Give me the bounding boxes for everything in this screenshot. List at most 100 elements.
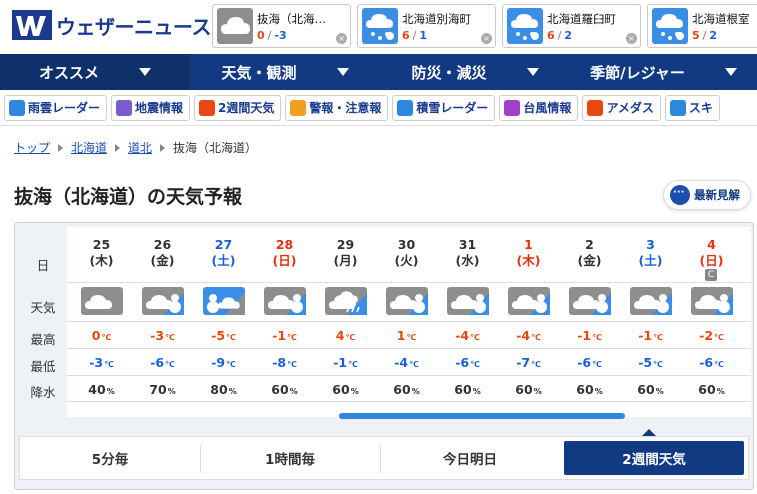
- nav-item[interactable]: 季節/レジャー: [570, 54, 757, 90]
- subnav-item[interactable]: 2週間天気: [194, 94, 282, 121]
- forecast-day-column[interactable]: 28 (日) -1℃ -8℃ 60%: [254, 227, 315, 417]
- rain-chance: 80%: [193, 382, 254, 397]
- remove-location-icon[interactable]: ×: [626, 33, 637, 44]
- forecast-weekday: (金): [577, 253, 602, 268]
- high-temp-unit: ℃: [531, 333, 541, 342]
- location-temps: 6/2: [547, 29, 572, 42]
- subnav-item-label: 台風情報: [523, 101, 572, 115]
- location-low: -3: [274, 29, 287, 42]
- forecast-day-column[interactable]: 30 (火) 1℃ -4℃ 60%: [376, 227, 437, 417]
- high-temp-value: -4: [455, 328, 470, 343]
- forecast-day-number: 4: [707, 237, 716, 252]
- low-temp: -9℃: [193, 355, 254, 370]
- low-temp-unit: ℃: [226, 360, 236, 369]
- high-temp-unit: ℃: [714, 333, 724, 342]
- high-temp: 1℃: [376, 328, 437, 343]
- subnav-item[interactable]: スキ: [664, 94, 720, 121]
- forecast-tab[interactable]: 1時間毎: [200, 437, 380, 479]
- forecast-day-column[interactable]: 25 (木) 0℃ -3℃ 40%: [71, 227, 132, 417]
- forecast-day-column[interactable]: 3 (土) -1℃ -5℃ 60%: [620, 227, 681, 417]
- forecast-day-column[interactable]: 29 (月) 4℃ -1℃ 60%: [315, 227, 376, 417]
- remove-location-icon[interactable]: ×: [336, 33, 347, 44]
- forecast-tab[interactable]: 5分毎: [20, 437, 200, 479]
- low-temp-unit: ℃: [165, 360, 175, 369]
- rain-chance-value: 60: [332, 382, 350, 397]
- nav-item[interactable]: オススメ: [0, 54, 190, 90]
- high-temp: -3℃: [132, 328, 193, 343]
- forecast-date: 27 (土): [193, 237, 254, 269]
- location-card[interactable]: 北海道羅臼町 6/2 ×: [502, 4, 641, 48]
- subnav-item[interactable]: アメダス: [582, 94, 661, 121]
- subnav-item[interactable]: 地震情報: [111, 94, 191, 121]
- high-temp-unit: ℃: [226, 333, 236, 342]
- low-temp-value: -4: [394, 355, 409, 370]
- high-temp: -4℃: [437, 328, 498, 343]
- forecast-day-column[interactable]: 1 (木) -4℃ -7℃ 60%: [498, 227, 559, 417]
- subnav-item[interactable]: 台風情報: [499, 94, 579, 121]
- low-temp-unit: ℃: [348, 360, 358, 369]
- forecast-day-number: 28: [275, 237, 294, 252]
- low-temp: -6℃: [681, 355, 742, 370]
- rain-chance: 40%: [71, 382, 132, 397]
- weather-cloud-snow-icon: [569, 287, 611, 315]
- low-temp-unit: ℃: [714, 360, 724, 369]
- forecast-day-column[interactable]: 26 (金) -3℃ -6℃ 70%: [132, 227, 193, 417]
- low-temp: -7℃: [498, 355, 559, 370]
- high-temp-unit: ℃: [406, 333, 417, 342]
- forecast-day-column[interactable]: 4 (日) C -2℃ -6℃ 60%: [681, 227, 742, 417]
- latest-view-label: 最新見解: [694, 188, 740, 202]
- rain-chance-unit: %: [472, 387, 481, 396]
- location-card[interactable]: 北海道根室5/2×: [647, 4, 757, 48]
- location-name: 北海道羅臼町: [547, 12, 616, 26]
- forecast-day-number: 29: [336, 237, 355, 252]
- location-low: 1: [419, 29, 428, 42]
- nav-item[interactable]: 天気・観測: [190, 54, 380, 90]
- forecast-tab[interactable]: 2週間天気: [564, 441, 744, 475]
- forecast-day-number: 31: [458, 237, 477, 252]
- high-temp-unit: ℃: [101, 333, 112, 342]
- subnav-item[interactable]: 積雪レーダー: [392, 94, 496, 121]
- subnav-item[interactable]: 雨雲レーダー: [4, 94, 108, 121]
- location-card[interactable]: 北海道別海町 6/1 ×: [357, 4, 496, 48]
- temp-separator: /: [702, 29, 707, 42]
- low-temp-value: -6: [455, 355, 470, 370]
- high-temp-value: 0: [91, 328, 101, 343]
- forecast-day-column[interactable]: 27 (土) -5℃ -9℃ 80%: [193, 227, 254, 417]
- forecast-day-column[interactable]: 2 (金) -1℃ -6℃ 60%: [559, 227, 620, 417]
- forecast-day-column[interactable]: 31 (水) -4℃ -6℃ 60%: [437, 227, 498, 417]
- weather-cloud-snow-icon: [142, 287, 184, 315]
- breadcrumb-link[interactable]: 北海道: [71, 139, 107, 156]
- forecast-table[interactable]: 日 天気 最高 最低 降水 25 (木) 0℃ -3℃ 40% 26 (金) -3℃ -6℃ 70…: [19, 227, 751, 419]
- breadcrumb-link[interactable]: トップ: [14, 139, 50, 156]
- site-logo[interactable]: ウェザーニュース: [12, 10, 212, 40]
- low-temp: -1℃: [315, 355, 376, 370]
- forecast-date: 29 (月): [315, 237, 376, 269]
- breadcrumb-link[interactable]: 道北: [128, 139, 152, 156]
- main-nav: オススメ 天気・観測 防災・減災 季節/レジャー: [0, 54, 757, 90]
- high-temp-value: -3: [150, 328, 165, 343]
- snow-icon: [507, 8, 543, 44]
- forecast-weekday: (火): [394, 253, 419, 268]
- remove-location-icon[interactable]: ×: [481, 33, 492, 44]
- nav-item[interactable]: 防災・減災: [380, 54, 570, 90]
- chevron-right-icon: [58, 143, 64, 152]
- subnav-item-label: 警報・注意報: [309, 101, 382, 115]
- snowman-icon: [397, 99, 414, 116]
- rain-chance-value: 80: [210, 382, 228, 397]
- subnav-item[interactable]: 警報・注意報: [285, 94, 389, 121]
- weather-cloud-snow-icon: [264, 287, 306, 315]
- low-temp-value: -1: [333, 355, 348, 370]
- weather-cloud-rain-icon: [325, 287, 367, 315]
- latest-view-button[interactable]: 最新見解: [663, 180, 751, 210]
- nav-item-label: 天気・観測: [221, 63, 297, 82]
- low-temp: -3℃: [71, 355, 132, 370]
- high-temp: -1℃: [559, 328, 620, 343]
- rain-chance-unit: %: [716, 387, 725, 396]
- forecast-weekday: (日): [699, 253, 724, 268]
- rain-chance: 60%: [254, 382, 315, 397]
- location-card[interactable]: 抜海（北海… 0/-3 ×: [212, 4, 351, 48]
- low-temp: -4℃: [376, 355, 437, 370]
- forecast-date: 30 (火): [376, 237, 437, 269]
- rain-chance-unit: %: [411, 387, 420, 396]
- forecast-tab[interactable]: 今日明日: [380, 437, 560, 479]
